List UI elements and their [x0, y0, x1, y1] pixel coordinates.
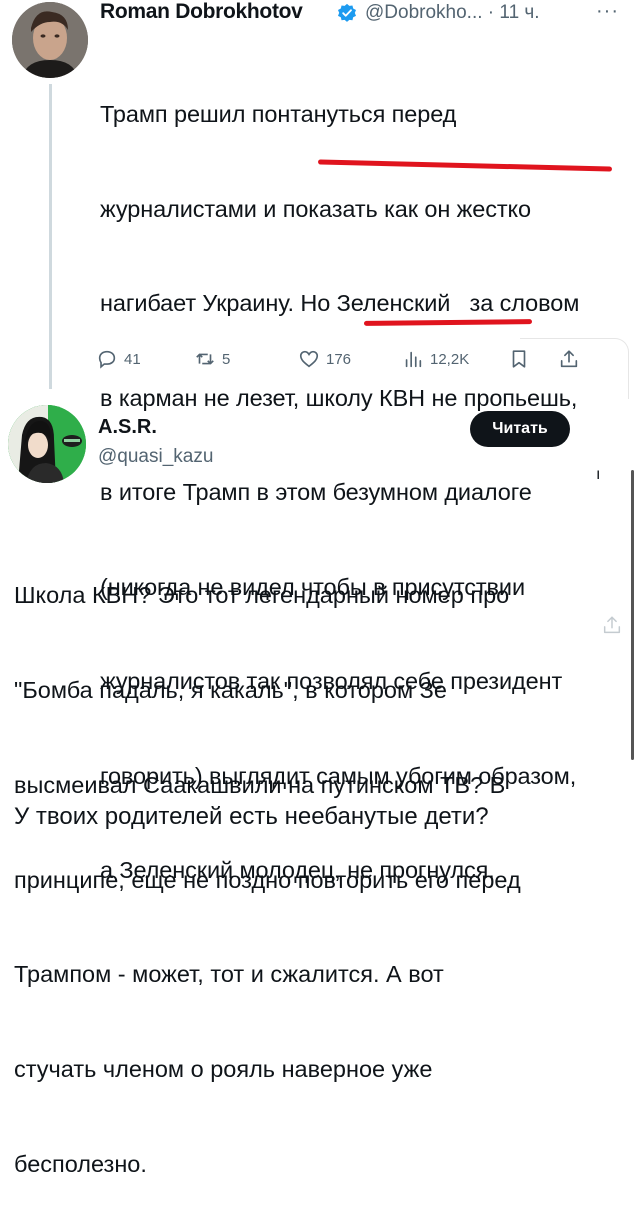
verified-icon: [338, 3, 356, 22]
bookmark-button[interactable]: [508, 348, 530, 370]
reply-line: высмеивал Саакашвили на путинском ТВ? В: [14, 771, 506, 798]
thread-connector-line: [49, 84, 52, 389]
final-reply-text: У твоих родителей есть неебанутые дети?: [14, 803, 489, 830]
author-handle-time[interactable]: @Dobrokho... · 11 ч.: [365, 2, 540, 24]
reply-author-avatar[interactable]: [8, 405, 86, 483]
like-icon: [299, 350, 319, 368]
avatar-anime-image: [8, 405, 86, 483]
reply-button[interactable]: 41: [96, 348, 141, 370]
reply-icon: [98, 350, 116, 369]
reply-line: принципе, еще не поздно повторить его пе…: [14, 866, 521, 893]
tweet-line: в итоге Трамп в этом безумном диалоге: [100, 479, 532, 505]
scrollbar[interactable]: [631, 470, 634, 760]
views-button[interactable]: 12,2K: [402, 348, 469, 370]
views-icon: [405, 351, 422, 368]
reply-author-name[interactable]: A.S.R.: [98, 416, 157, 439]
share-icon[interactable]: [601, 614, 623, 636]
tweet-time[interactable]: 11 ч.: [499, 2, 539, 23]
reply-count: 41: [124, 350, 141, 368]
author-name[interactable]: Roman Dobrokhotov: [100, 0, 303, 24]
reply-line: Трампом - может, тот и сжалится. А вот: [14, 961, 444, 988]
bookmark-icon: [512, 350, 526, 368]
share-icon: [560, 350, 578, 368]
retweet-icon: [196, 353, 214, 365]
reply-author-handle[interactable]: @quasi_kazu: [98, 446, 213, 468]
author-handle[interactable]: @Dobrokho...: [365, 2, 483, 23]
more-options-icon[interactable]: ···: [596, 0, 619, 23]
share-button[interactable]: [558, 348, 580, 370]
tweet-actions-bar: 41 5 176 12,2K: [96, 348, 596, 374]
read-button[interactable]: Читать: [470, 411, 570, 447]
author-avatar[interactable]: [12, 2, 88, 78]
retweet-count: 5: [222, 350, 231, 368]
tweet-line: нагибает Украину. Но Зеленский за словом: [100, 290, 580, 316]
tweet-line: Трамп решил понтануться перед: [100, 101, 457, 127]
reply-line: стучать членом о рояль наверное уже: [14, 1056, 433, 1083]
separator-dot: ·: [487, 2, 495, 23]
like-count: 176: [326, 350, 352, 368]
retweet-button[interactable]: 5: [194, 348, 230, 370]
edge-mark: ı: [596, 466, 601, 483]
reply-text: Школа КВН? Это тот легендарный номер про…: [14, 517, 594, 1212]
tweet-line: журналистами и показать как он жестко: [100, 195, 531, 222]
reply-line: "Бомба падаль, я какаль", в котором Зе: [14, 676, 447, 703]
reply-line: бесполезно.: [14, 1150, 147, 1177]
like-button[interactable]: 176: [298, 348, 351, 370]
reply-line: Школа КВН? Это тот легендарный номер про: [14, 582, 510, 609]
avatar-photo: [12, 2, 88, 78]
views-count: 12,2K: [430, 350, 470, 368]
